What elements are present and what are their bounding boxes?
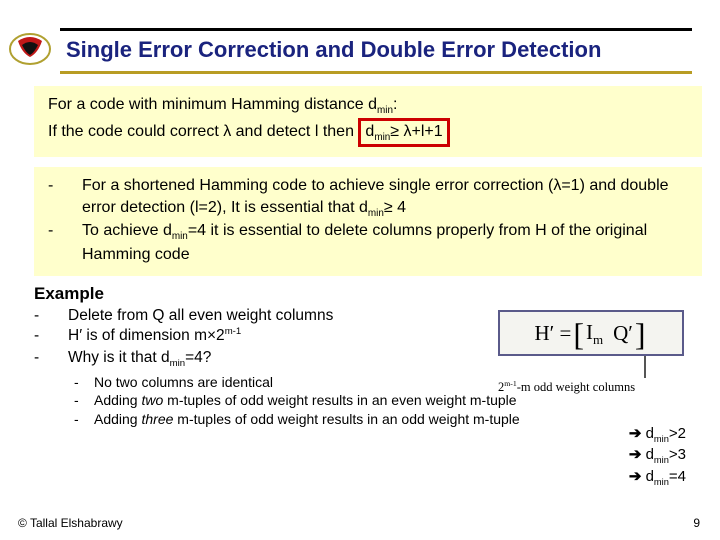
t: =4? [185,349,211,366]
note-item-2: - To achieve dmin=4 it is essential to d… [48,220,692,265]
example-heading: Example [34,284,720,304]
t: d [646,468,654,485]
t: Adding [94,392,141,408]
t: To achieve d [82,222,172,239]
t: d [646,446,654,463]
page-number: 9 [693,516,700,530]
t: min [654,477,669,487]
t: min [654,455,669,465]
rule-bottom [60,71,692,74]
t: ≥ λ+l+1 [390,123,442,140]
t: I [586,320,593,344]
result-1: dmin>2 [629,424,686,446]
t: d [365,123,374,140]
callout-line-icon [644,356,646,378]
t: >3 [669,446,686,463]
t: d [646,425,654,442]
t: min [170,358,185,369]
t: m-1 [225,326,242,337]
t: For a code with minimum Hamming distance… [48,96,377,113]
def-line1: For a code with minimum Hamming distance… [48,94,692,118]
t: ≥ 4 [384,199,406,216]
t: min [654,434,669,444]
t: : [393,96,397,113]
t: m-1 [504,379,516,388]
result-3: dmin=4 [629,467,686,489]
t: min [172,232,188,243]
t: min [368,208,384,219]
t: -m odd weight columns [517,380,635,394]
t: m-tuples of odd weight results in an eve… [163,392,516,408]
t: =4 [669,468,686,485]
t: min [377,105,393,116]
logo-icon [8,31,52,67]
callout-text: 2m-1-m odd weight columns [498,380,684,395]
t: H′ is of dimension m×2 [68,328,225,345]
results-column: dmin>2 dmin>3 dmin=4 [629,424,686,489]
copyright: © Tallal Elshabrawy [18,516,123,530]
matrix-formula: H′ = [ Im Q′ ] [498,310,684,357]
t: min [374,132,390,143]
t: three [141,411,173,427]
def-line2: If the code could correct λ and detect l… [48,118,692,148]
t: Q′ [613,319,633,347]
t: two [141,392,163,408]
result-2: dmin>3 [629,445,686,467]
t: >2 [669,425,686,442]
sub-item-3: - Adding three m-tuples of odd weight re… [74,410,702,429]
t: m [593,332,603,347]
slide-title: Single Error Correction and Double Error… [66,35,601,63]
footer: © Tallal Elshabrawy 9 [18,516,700,530]
t: H′ = [534,319,571,347]
t: If the code could correct λ and detect l… [48,123,358,140]
panel-notes: - For a shortened Hamming code to achiev… [34,167,702,275]
note-item-1: - For a shortened Hamming code to achiev… [48,175,692,220]
t: Why is it that d [68,349,170,366]
t: m-tuples of odd weight results in an odd… [173,411,519,427]
t: Adding [94,411,141,427]
panel-definition: For a code with minimum Hamming distance… [34,86,702,157]
example-area: - Delete from Q all even weight columns … [34,306,702,430]
matrix-box: H′ = [ Im Q′ ] 2m-1-m odd weight columns [498,310,684,395]
boxed-formula: dmin≥ λ+l+1 [358,118,449,148]
